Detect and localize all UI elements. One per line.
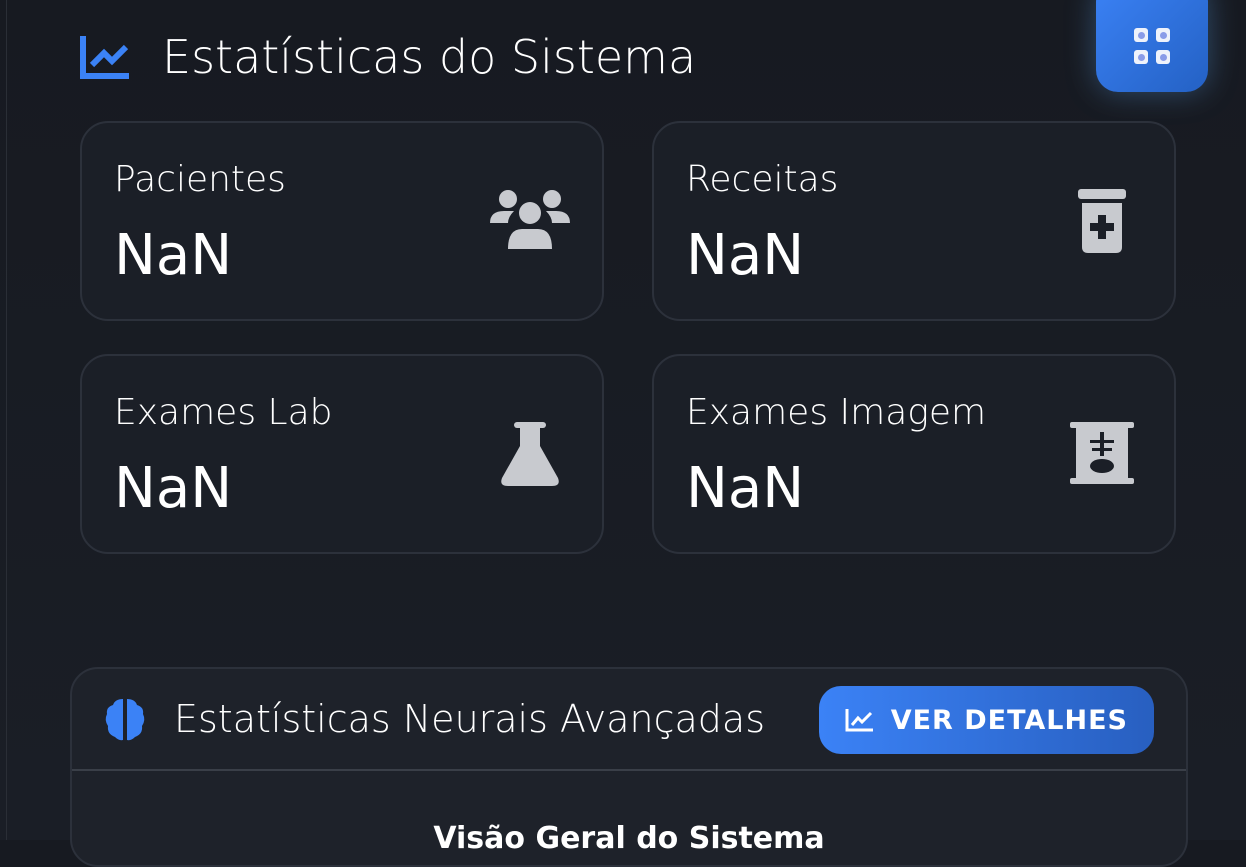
stat-card-exames-lab[interactable]: Exames Lab NaN	[80, 354, 604, 554]
flask-icon	[501, 422, 559, 486]
stat-value: NaN	[114, 223, 233, 288]
panel-title: Estatísticas Neurais Avançadas	[174, 697, 766, 741]
view-details-label: VER DETALHES	[890, 704, 1128, 736]
stat-value: NaN	[686, 456, 805, 521]
view-details-button[interactable]: VER DETALHES	[818, 686, 1154, 754]
stat-label: Pacientes	[114, 159, 286, 200]
users-icon	[490, 190, 570, 249]
stat-card-exames-imagem[interactable]: Exames Imagem NaN	[652, 354, 1176, 554]
brain-icon	[105, 699, 145, 741]
stat-label: Exames Lab	[114, 392, 333, 433]
page-title: Estatísticas do Sistema	[80, 30, 696, 84]
left-divider	[6, 0, 7, 840]
chart-line-icon	[80, 36, 129, 79]
stat-label: Exames Imagem	[686, 392, 987, 433]
page-title-text: Estatísticas do Sistema	[162, 30, 697, 84]
x-ray-icon	[1070, 422, 1134, 484]
chart-line-icon	[845, 709, 873, 732]
overview-subtitle: Visão Geral do Sistema	[433, 821, 825, 856]
stat-value: NaN	[686, 223, 805, 288]
stat-card-receitas[interactable]: Receitas NaN	[652, 121, 1176, 321]
panel-header: Estatísticas Neurais Avançadas VER DETAL…	[72, 669, 1186, 771]
stat-label: Receitas	[686, 159, 839, 200]
neural-stats-panel: Estatísticas Neurais Avançadas VER DETAL…	[70, 667, 1188, 867]
apps-menu-button[interactable]	[1096, 0, 1208, 92]
prescription-bottle-icon	[1078, 189, 1126, 253]
stat-card-pacientes[interactable]: Pacientes NaN	[80, 121, 604, 321]
stat-value: NaN	[114, 456, 233, 521]
